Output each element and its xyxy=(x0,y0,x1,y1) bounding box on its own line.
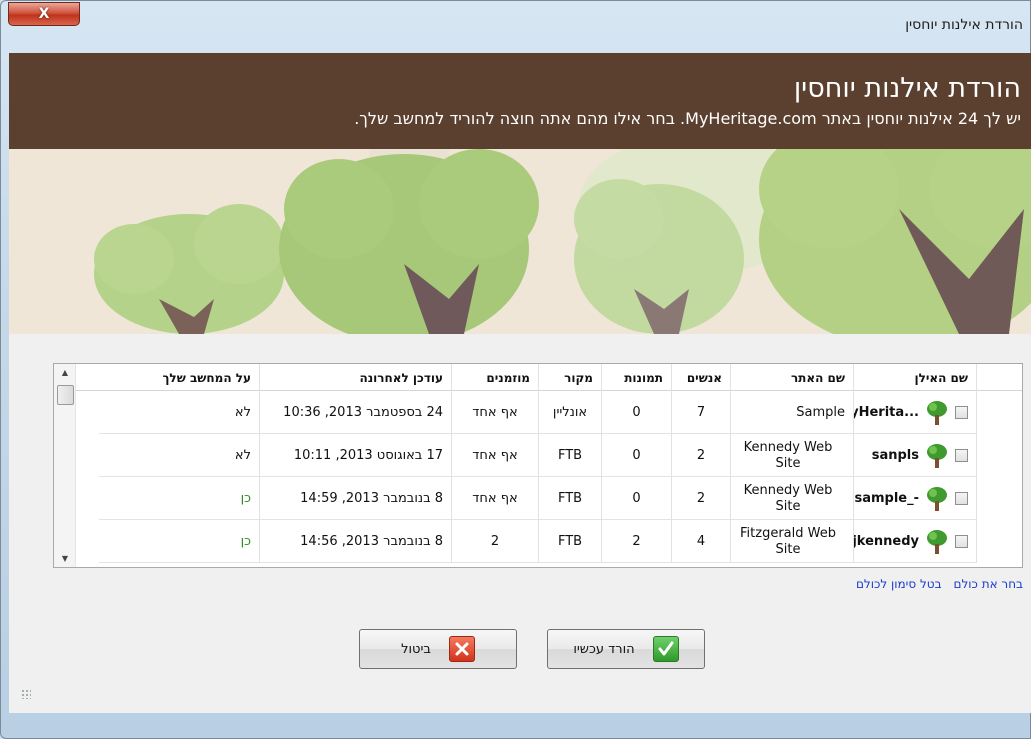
photos-count: 2 xyxy=(602,520,672,563)
cancel-label: ביטול xyxy=(401,641,431,657)
col-invited[interactable]: מוזמנים xyxy=(452,364,539,391)
site-name: Sample xyxy=(731,391,854,434)
download-now-button[interactable]: הורד עכשיו xyxy=(547,629,705,669)
scroll-thumb[interactable] xyxy=(57,385,74,405)
close-x-icon xyxy=(448,636,475,662)
invited: אף אחד xyxy=(452,434,539,477)
col-on-pc[interactable]: על המחשב שלך xyxy=(99,364,260,391)
select-all-link[interactable]: בחר את כולם xyxy=(954,577,1024,591)
close-icon: X xyxy=(38,6,50,22)
cancel-button[interactable]: ביטול xyxy=(359,629,517,669)
row-checkbox[interactable] xyxy=(955,535,968,548)
people-count: 7 xyxy=(672,391,731,434)
col-site-name[interactable]: שם האתר xyxy=(731,364,854,391)
tree-name-cell: ...MyHerita xyxy=(854,391,977,434)
header-banner: הורדת אילנות יוחסין יש לך 24 אילנות יוחס… xyxy=(9,53,1031,149)
invited: אף אחד xyxy=(452,391,539,434)
table-row[interactable]: sanpls Kennedy Web Site 2 0 FTB אף אחד 1… xyxy=(99,434,977,477)
dialog-client: הורדת אילנות יוחסין יש לך 24 אילנות יוחס… xyxy=(9,53,1031,713)
tree-icon xyxy=(927,529,947,554)
people-count: 4 xyxy=(672,520,731,563)
site-name: Kennedy Web Site xyxy=(731,434,854,477)
invited: אף אחד xyxy=(452,477,539,520)
tree-icon xyxy=(927,400,947,425)
row-checkbox[interactable] xyxy=(955,449,968,462)
deselect-all-link[interactable]: בטל סימון לכולם xyxy=(856,577,942,591)
updated: 8 בנובמבר 2013, 14:56 xyxy=(260,520,452,563)
photos-count: 0 xyxy=(602,434,672,477)
vertical-scrollbar[interactable]: ▲ ▼ xyxy=(54,364,76,567)
resize-grip-icon[interactable] xyxy=(21,689,31,699)
tree-name-cell: jkennedy xyxy=(854,520,977,563)
page-title: הורדת אילנות יוחסין xyxy=(793,73,1021,104)
download-now-label: הורד עכשיו xyxy=(573,641,635,657)
tree-name-cell: -_sample xyxy=(854,477,977,520)
photos-count: 0 xyxy=(602,477,672,520)
tree-name: -_sample xyxy=(854,491,919,506)
source: FTB xyxy=(539,520,602,563)
updated: 8 בנובמבר 2013, 14:59 xyxy=(260,477,452,520)
col-source[interactable]: מקור xyxy=(539,364,602,391)
col-tree-name[interactable]: שם האילן xyxy=(854,364,977,391)
tree-icon xyxy=(927,486,947,511)
col-updated[interactable]: עודכן לאחרונה xyxy=(260,364,452,391)
tree-icon xyxy=(927,443,947,468)
tree-name-cell: sanpls xyxy=(854,434,977,477)
close-button[interactable]: X xyxy=(8,2,80,26)
row-checkbox[interactable] xyxy=(955,492,968,505)
table-row[interactable]: jkennedy Fitzgerald Web Site 4 2 FTB 2 8… xyxy=(99,520,977,563)
scroll-up-arrow-icon[interactable]: ▲ xyxy=(54,364,76,381)
on-pc: לא xyxy=(99,434,260,477)
updated: 24 בספטמבר 2013, 10:36 xyxy=(260,391,452,434)
tree-name: jkennedy xyxy=(854,534,919,549)
page-subtitle: יש לך 24 אילנות יוחסין באתר MyHeritage.c… xyxy=(354,109,1021,128)
col-photos[interactable]: תמונות xyxy=(602,364,672,391)
row-checkbox[interactable] xyxy=(955,406,968,419)
col-people[interactable]: אנשים xyxy=(672,364,731,391)
table-header: שם האילן שם האתר אנשים תמונות מקור מוזמנ… xyxy=(54,364,1022,391)
on-pc: כן xyxy=(99,477,260,520)
invited: 2 xyxy=(452,520,539,563)
photos-count: 0 xyxy=(602,391,672,434)
updated: 17 באוגוסט 2013, 10:11 xyxy=(260,434,452,477)
table-row[interactable]: ...MyHerita Sample 7 0 אונליין אף אחד 24… xyxy=(99,391,977,434)
source: FTB xyxy=(539,434,602,477)
table-row[interactable]: -_sample Kennedy Web Site 2 0 FTB אף אחד… xyxy=(99,477,977,520)
trees-illustration-graphic xyxy=(9,149,1031,334)
checkmark-icon xyxy=(652,636,679,662)
source: אונליין xyxy=(539,391,602,434)
scroll-down-arrow-icon[interactable]: ▼ xyxy=(54,550,76,567)
site-name: Fitzgerald Web Site xyxy=(731,520,854,563)
on-pc: לא xyxy=(99,391,260,434)
people-count: 2 xyxy=(672,434,731,477)
trees-table: שם האילן שם האתר אנשים תמונות מקור מוזמנ… xyxy=(53,363,1023,568)
source: FTB xyxy=(539,477,602,520)
window-title: הורדת אילנות יוחסין xyxy=(905,17,1023,33)
people-count: 2 xyxy=(672,477,731,520)
on-pc: כן xyxy=(99,520,260,563)
site-name: Kennedy Web Site xyxy=(731,477,854,520)
title-bar: X הורדת אילנות יוחסין xyxy=(0,0,1031,46)
trees-illustration xyxy=(9,149,1031,334)
tree-name: ...MyHerita xyxy=(854,405,919,420)
selection-links: בחר את כולם בטל סימון לכולם xyxy=(844,577,1023,591)
tree-name: sanpls xyxy=(871,448,919,463)
